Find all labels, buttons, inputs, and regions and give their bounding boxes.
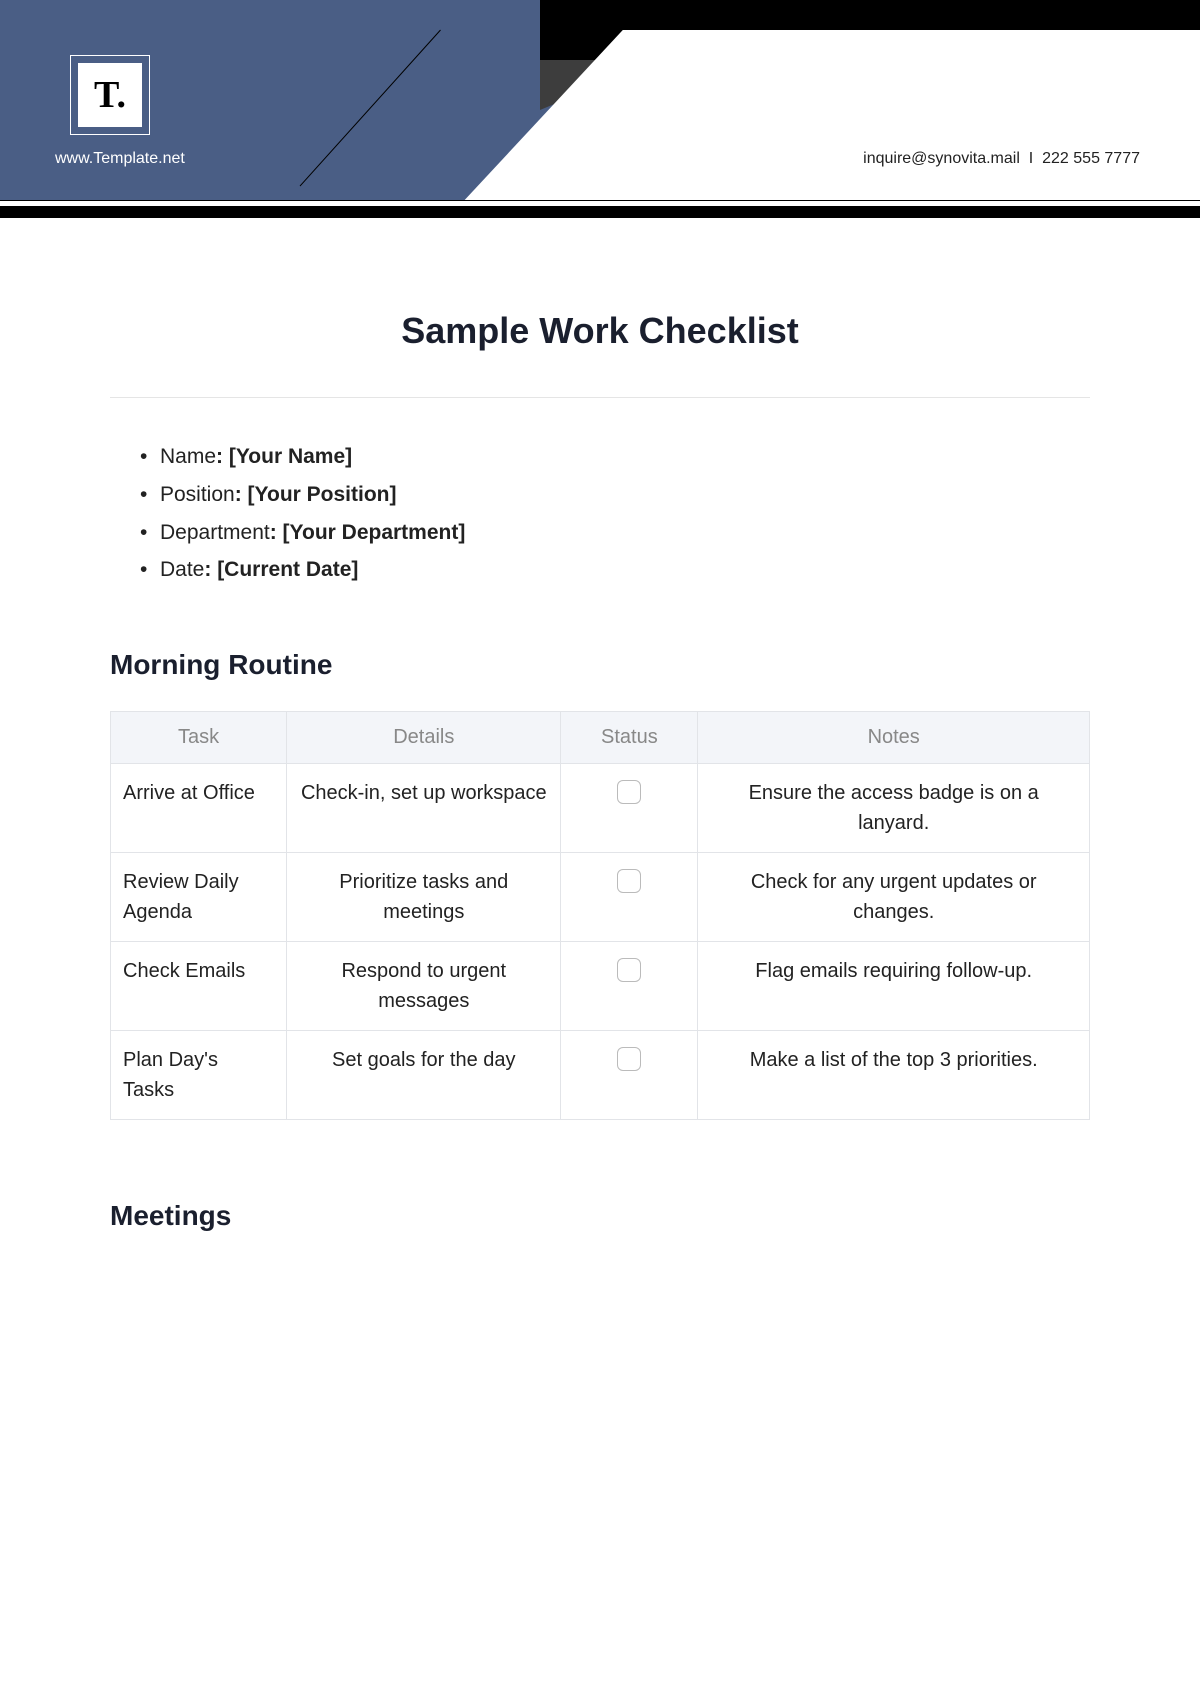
divider-thin: [0, 200, 1200, 201]
col-notes: Notes: [698, 712, 1090, 764]
info-item-position: Position: [Your Position]: [140, 476, 1090, 514]
morning-routine-table: Task Details Status Notes Arrive at Offi…: [110, 711, 1090, 1120]
cell-status: [561, 764, 698, 853]
checkbox[interactable]: [617, 958, 641, 982]
contact-phone: 222 555 7777: [1042, 150, 1140, 167]
cell-details: Check-in, set up workspace: [287, 764, 561, 853]
table-row: Arrive at Office Check-in, set up worksp…: [111, 764, 1090, 853]
cell-status: [561, 942, 698, 1031]
page-title: Sample Work Checklist: [110, 310, 1090, 352]
table-row: Review Daily Agenda Prioritize tasks and…: [111, 853, 1090, 942]
cell-task: Arrive at Office: [111, 764, 287, 853]
cell-task: Plan Day's Tasks: [111, 1031, 287, 1120]
title-divider: [110, 397, 1090, 398]
checkbox[interactable]: [617, 780, 641, 804]
section-heading-morning: Morning Routine: [110, 649, 1090, 681]
contact-info: inquire@synovita.mail I 222 555 7777: [863, 150, 1140, 168]
col-status: Status: [561, 712, 698, 764]
cell-notes: Flag emails requiring follow-up.: [698, 942, 1090, 1031]
divider-thick: [0, 206, 1200, 218]
logo-text: T.: [78, 63, 142, 127]
table-row: Plan Day's Tasks Set goals for the day M…: [111, 1031, 1090, 1120]
cell-details: Prioritize tasks and meetings: [287, 853, 561, 942]
cell-details: Respond to urgent messages: [287, 942, 561, 1031]
table-row: Check Emails Respond to urgent messages …: [111, 942, 1090, 1031]
cell-notes: Check for any urgent updates or changes.: [698, 853, 1090, 942]
table-header-row: Task Details Status Notes: [111, 712, 1090, 764]
checkbox[interactable]: [617, 869, 641, 893]
cell-task: Check Emails: [111, 942, 287, 1031]
cell-notes: Make a list of the top 3 priorities.: [698, 1031, 1090, 1120]
cell-status: [561, 853, 698, 942]
section-heading-meetings: Meetings: [110, 1200, 1090, 1232]
contact-email: inquire@synovita.mail: [863, 150, 1020, 167]
cell-details: Set goals for the day: [287, 1031, 561, 1120]
col-details: Details: [287, 712, 561, 764]
col-task: Task: [111, 712, 287, 764]
cell-task: Review Daily Agenda: [111, 853, 287, 942]
info-item-department: Department: [Your Department]: [140, 514, 1090, 552]
info-item-name: Name: [Your Name]: [140, 438, 1090, 476]
document-content: Sample Work Checklist Name: [Your Name] …: [110, 280, 1090, 1262]
site-url: www.Template.net: [55, 150, 185, 168]
info-item-date: Date: [Current Date]: [140, 551, 1090, 589]
checkbox[interactable]: [617, 1047, 641, 1071]
page-header: T. www.Template.net inquire@synovita.mai…: [0, 0, 1200, 200]
cell-notes: Ensure the access badge is on a lanyard.: [698, 764, 1090, 853]
cell-status: [561, 1031, 698, 1120]
logo: T.: [70, 55, 150, 135]
info-list: Name: [Your Name] Position: [Your Positi…: [140, 438, 1090, 589]
